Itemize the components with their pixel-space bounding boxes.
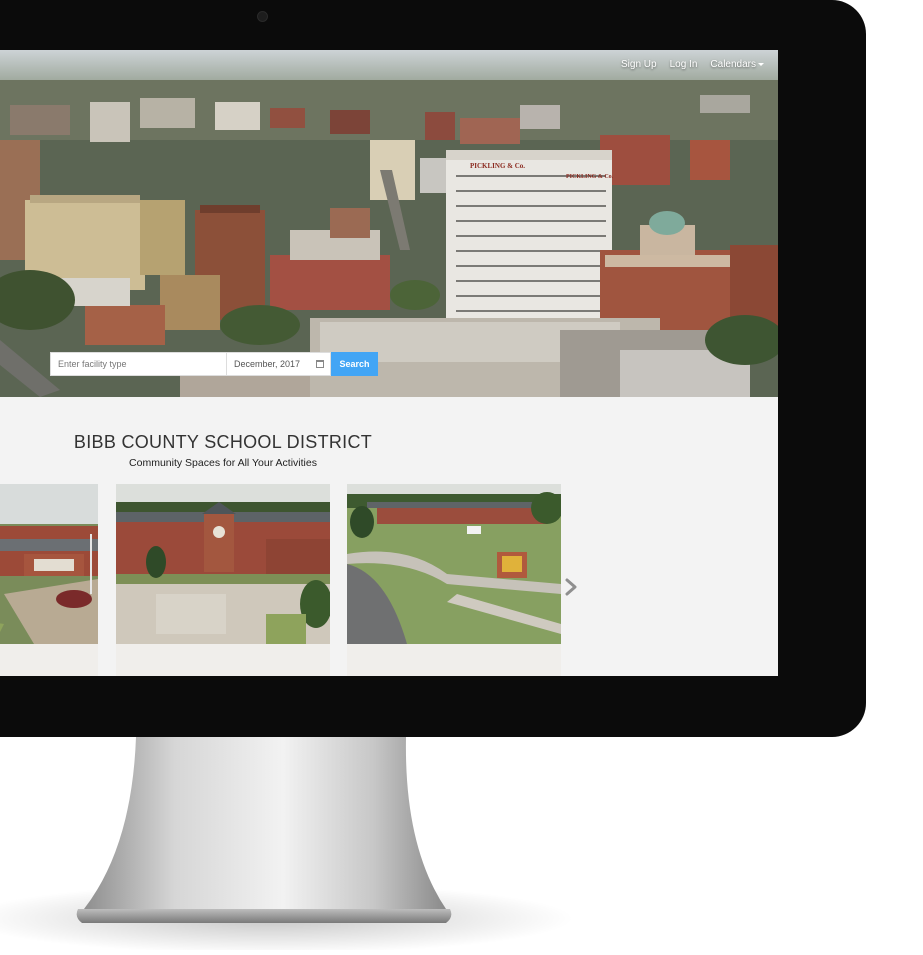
screen: PICKLING & Co. PICKLING & Co. Sign Up Lo… <box>0 50 778 676</box>
monitor-stand <box>76 737 452 923</box>
facility-card[interactable] <box>116 484 330 676</box>
date-picker-input[interactable]: December, 2017 <box>227 352 331 376</box>
building-sign-right: PICKLING & Co. <box>566 174 614 180</box>
card-footer <box>116 644 330 676</box>
facility-photo <box>347 484 561 644</box>
facility-card[interactable] <box>0 484 98 676</box>
page-title: BIBB COUNTY SCHOOL DISTRICT <box>73 432 373 452</box>
calendars-dropdown[interactable]: Calendars <box>710 59 764 70</box>
card-footer <box>0 644 98 676</box>
page-subtitle: Community Spaces for All Your Activities <box>129 457 317 469</box>
login-link[interactable]: Log In <box>670 59 698 70</box>
search-bar: Enter facility type December, 2017 Searc… <box>50 352 378 376</box>
facility-card[interactable] <box>347 484 561 676</box>
calendar-icon[interactable] <box>316 360 324 368</box>
camera-icon <box>257 11 268 22</box>
calendars-label: Calendars <box>710 59 756 70</box>
search-button[interactable]: Search <box>331 352 378 376</box>
facility-type-input[interactable]: Enter facility type <box>50 352 227 376</box>
building-sign-left: PICKLING & Co. <box>470 162 525 170</box>
date-value: December, 2017 <box>234 359 301 369</box>
facility-photo <box>116 484 330 644</box>
top-nav: Sign Up Log In Calendars <box>621 59 764 70</box>
caret-down-icon <box>758 62 764 66</box>
monitor: PICKLING & Co. PICKLING & Co. Sign Up Lo… <box>0 0 866 737</box>
facility-photo <box>0 484 98 644</box>
chevron-right-icon[interactable] <box>564 577 578 597</box>
city-aerial-image: PICKLING & Co. PICKLING & Co. <box>0 50 778 397</box>
signup-link[interactable]: Sign Up <box>621 59 657 70</box>
card-footer <box>347 644 561 676</box>
hero-banner: PICKLING & Co. PICKLING & Co. Sign Up Lo… <box>0 50 778 397</box>
